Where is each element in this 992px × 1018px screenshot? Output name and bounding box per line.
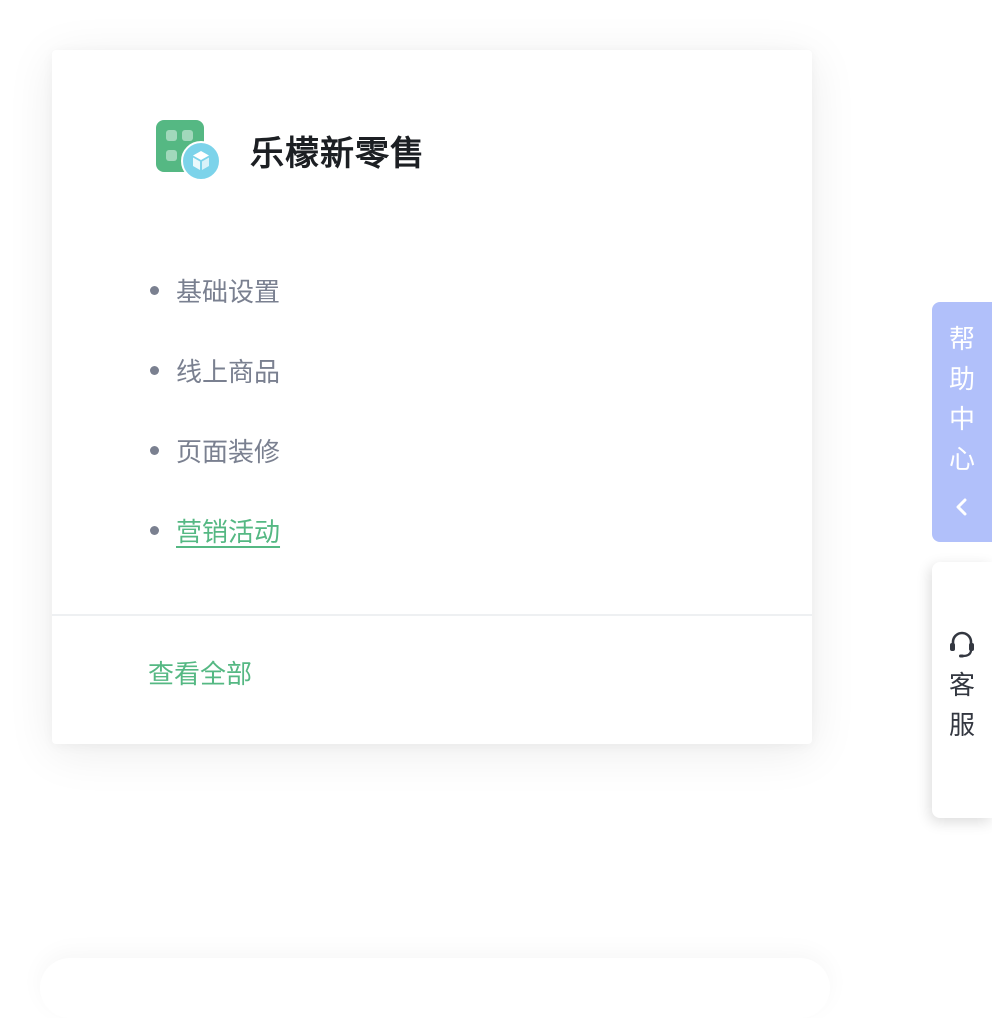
- help-center-char: 助: [948, 365, 975, 395]
- help-center-tab[interactable]: 帮 助 中 心: [932, 302, 992, 542]
- app-header: 乐檬新零售: [156, 120, 425, 181]
- headset-icon: [950, 631, 974, 658]
- feature-list: 基础设置 线上商品 页面装修 营销活动: [150, 250, 280, 570]
- app-card: 乐檬新零售 基础设置 线上商品 页面装修 营销活动 查看全部: [52, 50, 812, 744]
- list-item-label: 营销活动: [176, 517, 281, 548]
- next-card-edge: [40, 958, 830, 1018]
- app-title: 乐檬新零售: [250, 133, 425, 174]
- bullet-dot: [150, 525, 159, 535]
- customer-service-char: 客: [948, 671, 975, 701]
- divider: [52, 614, 812, 616]
- help-center-label: 帮 助 中 心: [949, 320, 975, 480]
- list-item-page-decoration[interactable]: 页面装修: [150, 410, 280, 490]
- bullet-dot: [150, 285, 159, 295]
- customer-service-char: 服: [948, 711, 975, 741]
- list-item-label: 线上商品: [176, 357, 281, 388]
- customer-service-label: 客 服: [949, 666, 975, 746]
- list-item-basic-settings[interactable]: 基础设置: [150, 250, 280, 330]
- customer-service-tab[interactable]: 客 服: [932, 562, 992, 818]
- list-item-label: 页面装修: [176, 437, 281, 468]
- bullet-dot: [150, 365, 159, 375]
- help-center-char: 帮: [948, 325, 975, 355]
- list-item-online-products[interactable]: 线上商品: [150, 330, 280, 410]
- list-item-label: 基础设置: [176, 277, 281, 308]
- view-all-link[interactable]: 查看全部: [148, 654, 252, 691]
- chevron-left-icon: [956, 498, 967, 516]
- bullet-dot: [150, 445, 159, 455]
- list-item-marketing[interactable]: 营销活动: [150, 490, 280, 570]
- help-center-char: 心: [948, 445, 975, 475]
- app-grid-cube-icon: [156, 120, 221, 181]
- help-center-char: 中: [948, 405, 975, 435]
